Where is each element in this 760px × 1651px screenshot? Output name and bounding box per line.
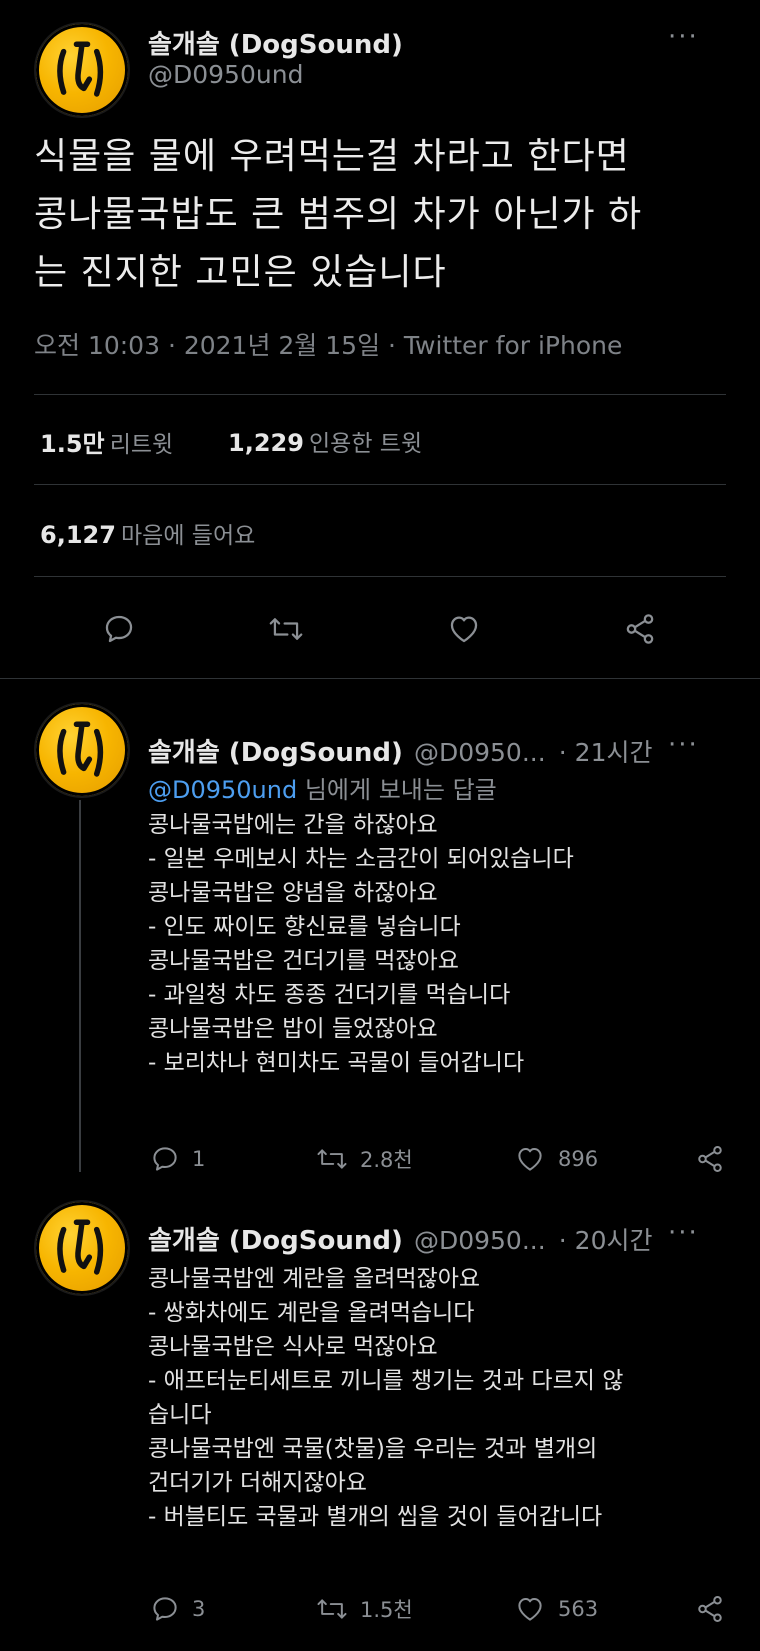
share-button[interactable]	[694, 1144, 726, 1174]
replying-to: @D0950und 님에게 보내는 답글	[148, 770, 497, 805]
tweet-text-line: 콩나물국밥도 큰 범주의 차가 아닌가 하	[34, 194, 643, 235]
like-count: 563	[558, 1597, 599, 1621]
more-options-icon[interactable]: ···	[668, 1218, 699, 1248]
avatar[interactable]	[34, 1200, 130, 1296]
reply-count: 1	[192, 1147, 206, 1171]
reply-text-line: 습니다	[148, 1402, 212, 1428]
share-icon	[698, 1146, 722, 1172]
reply-text-line: 콩나물국밥에는 간을 하잖아요	[148, 812, 438, 838]
divider	[0, 678, 760, 679]
reply-text: 콩나물국밥엔 계란을 올려먹잖아요 - 쌍화차에도 계란을 올려먹습니다 콩나물…	[148, 1262, 623, 1534]
reply-text: 콩나물국밥에는 간을 하잖아요 - 일본 우메보시 차는 소금간이 되어있습니다…	[148, 808, 574, 1080]
reply-text-line: - 애프터눈티세트로 끼니를 챙기는 것과 다르지 않	[148, 1368, 624, 1394]
avatar-logo-icon	[57, 721, 104, 777]
avatar-logo-icon	[57, 41, 104, 97]
retweet-count: 2.8천	[360, 1148, 413, 1172]
heart-icon	[450, 616, 478, 643]
reply-text-line: 콩나물국밥엔 국물(찻물)을 우리는 것과 별개의	[148, 1436, 598, 1462]
tweet-text: 식물을 물에 우려먹는걸 차라고 한다면 콩나물국밥도 큰 범주의 차가 아닌가…	[34, 128, 734, 302]
like-button[interactable]: 563	[514, 1594, 598, 1624]
retweet-count: 1.5천	[360, 1598, 413, 1622]
retweet-icon	[269, 618, 303, 640]
like-button[interactable]: 896	[514, 1144, 598, 1174]
reply-text-line: - 과일청 차도 종종 건더기를 먹습니다	[148, 982, 511, 1008]
quote-count: 1,229	[228, 429, 304, 457]
reply-button[interactable]: 3	[150, 1594, 205, 1624]
more-options-icon[interactable]: ···	[668, 22, 699, 52]
display-name[interactable]: 솔개솔 (DogSound)	[148, 1226, 403, 1256]
retweet-button[interactable]: 1.5천	[316, 1594, 413, 1624]
like-count: 6,127	[40, 521, 116, 549]
quote-label: 인용한 트윗	[309, 431, 423, 457]
reply-count: 3	[192, 1597, 206, 1621]
display-name[interactable]: 솔개솔 (DogSound)	[148, 24, 403, 61]
reply-header: 솔개솔 (DogSound) @D0950... · 21시간	[148, 732, 652, 769]
retweet-icon	[317, 1149, 347, 1169]
reply-text-line: 콩나물국밥은 건더기를 먹잖아요	[148, 948, 459, 974]
retweet-count: 1.5만	[40, 430, 105, 458]
like-button[interactable]	[446, 612, 482, 650]
reply-text-line: 건더기가 더해지잖아요	[148, 1470, 367, 1496]
retweet-button[interactable]	[268, 612, 304, 650]
avatar-logo-icon	[57, 1219, 104, 1275]
retweet-label: 리트윗	[109, 432, 174, 458]
reply-text-line: - 보리차나 현미차도 곡물이 들어갑니다	[148, 1050, 525, 1076]
retweet-icon	[317, 1599, 347, 1619]
reply-text-line: - 버블티도 국물과 별개의 씹을 것이 들어갑니다	[148, 1504, 603, 1530]
speech-bubble-icon	[105, 615, 133, 643]
heart-icon	[518, 1148, 542, 1171]
share-icon	[698, 1596, 722, 1622]
retweet-button[interactable]: 2.8천	[316, 1144, 413, 1174]
like-label: 마음에 들어요	[121, 523, 256, 549]
reply-to-handle[interactable]: @D0950und	[148, 776, 297, 804]
reply-text-line: - 쌍화차에도 계란을 올려먹습니다	[148, 1300, 475, 1326]
reply-text-line: - 일본 우메보시 차는 소금간이 되어있습니다	[148, 846, 574, 872]
more-options-icon[interactable]: ···	[668, 730, 699, 760]
reply-time[interactable]: · 20시간	[559, 1226, 653, 1255]
handle[interactable]: @D0950...	[414, 1226, 546, 1255]
reply-header: 솔개솔 (DogSound) @D0950... · 20시간	[148, 1220, 652, 1257]
tweet-text-line: 는 진지한 고민은 있습니다	[34, 252, 447, 293]
divider	[34, 484, 726, 485]
reply-text-line: 콩나물국밥엔 계란을 올려먹잖아요	[148, 1266, 481, 1292]
handle[interactable]: @D0950und	[148, 60, 303, 89]
thread-connector	[79, 800, 81, 1172]
reply-text-line: 콩나물국밥은 양념을 하잖아요	[148, 880, 438, 906]
reply-to-suffix: 님에게 보내는 답글	[297, 776, 497, 804]
retweet-stats[interactable]: 1.5만 리트윗	[40, 424, 173, 459]
reply-button[interactable]: 1	[150, 1144, 205, 1174]
display-name[interactable]: 솔개솔 (DogSound)	[148, 738, 403, 768]
like-count: 896	[558, 1147, 599, 1171]
divider	[34, 576, 726, 577]
reply-text-line: 콩나물국밥은 식사로 먹잖아요	[148, 1334, 438, 1360]
reply-button[interactable]	[102, 612, 136, 650]
share-button[interactable]	[622, 612, 658, 650]
like-stats[interactable]: 6,127 마음에 들어요	[40, 516, 255, 550]
speech-bubble-icon	[153, 1597, 177, 1621]
speech-bubble-icon	[153, 1147, 177, 1171]
reply-text-line: - 인도 짜이도 향신료를 넣습니다	[148, 914, 461, 940]
handle[interactable]: @D0950...	[414, 738, 546, 767]
tweet-text-line: 식물을 물에 우려먹는걸 차라고 한다면	[34, 136, 630, 177]
avatar[interactable]	[34, 22, 130, 118]
divider	[34, 394, 726, 395]
heart-icon	[518, 1598, 542, 1621]
share-icon	[626, 614, 654, 644]
tweet-timestamp[interactable]: 오전 10:03 · 2021년 2월 15일 · Twitter for iP…	[34, 326, 622, 362]
reply-text-line: 콩나물국밥은 밥이 들었잖아요	[148, 1016, 438, 1042]
share-button[interactable]	[694, 1594, 726, 1624]
avatar[interactable]	[34, 702, 130, 798]
quote-stats[interactable]: 1,229 인용한 트윗	[228, 424, 422, 458]
reply-time[interactable]: · 21시간	[559, 738, 653, 767]
